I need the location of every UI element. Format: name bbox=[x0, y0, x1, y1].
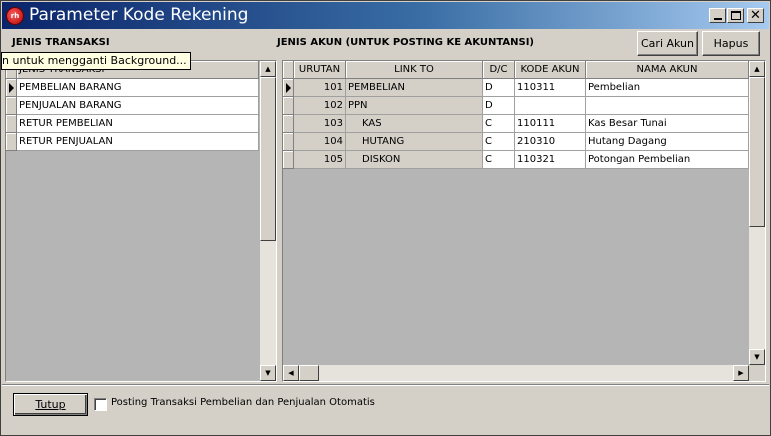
app-logo-icon: rh bbox=[6, 7, 24, 25]
transaction-type-cell[interactable]: PENJUALAN BARANG bbox=[17, 97, 259, 115]
row-indicator[interactable] bbox=[283, 79, 294, 97]
right-grid-horizontal-scrollbar[interactable]: ◀ ▶ bbox=[283, 365, 749, 381]
nama-akun-cell[interactable]: Kas Besar Tunai bbox=[586, 115, 749, 133]
right-panel-heading: JENIS AKUN (UNTUK POSTING KE AKUNTANSI) bbox=[277, 37, 534, 48]
dc-cell[interactable]: D bbox=[483, 79, 515, 97]
row-indicator[interactable] bbox=[283, 151, 294, 169]
link-to-cell[interactable]: HUTANG bbox=[346, 133, 483, 151]
row-indicator[interactable] bbox=[6, 97, 17, 115]
arrow-up-icon: ▲ bbox=[754, 65, 760, 73]
close-icon: ✕ bbox=[750, 8, 761, 23]
maximize-button[interactable] bbox=[727, 8, 744, 23]
table-row[interactable]: 103 KAS C 110111 Kas Besar Tunai bbox=[283, 115, 749, 133]
table-row[interactable]: 105 DISKON C 110321 Potongan Pembelian bbox=[283, 151, 749, 169]
dc-cell[interactable]: C bbox=[483, 115, 515, 133]
footer-divider bbox=[2, 384, 769, 386]
row-indicator[interactable] bbox=[283, 97, 294, 115]
left-panel-heading: JENIS TRANSAKSI bbox=[12, 37, 110, 48]
table-row[interactable]: PEMBELIAN BARANG bbox=[6, 79, 259, 97]
urutan-cell[interactable]: 101 bbox=[294, 79, 346, 97]
nama-akun-cell[interactable]: Pembelian bbox=[586, 79, 749, 97]
scroll-up-button[interactable]: ▲ bbox=[749, 61, 765, 77]
urutan-cell[interactable]: 105 bbox=[294, 151, 346, 169]
dc-cell[interactable]: D bbox=[483, 97, 515, 115]
maximize-icon bbox=[730, 11, 741, 20]
arrow-right-icon: ▶ bbox=[738, 369, 744, 377]
arrow-down-icon: ▼ bbox=[265, 369, 271, 377]
link-to-cell[interactable]: PEMBELIAN bbox=[346, 79, 483, 97]
column-header-kode-akun[interactable]: KODE AKUN bbox=[515, 61, 586, 79]
nama-akun-cell[interactable]: Hutang Dagang bbox=[586, 133, 749, 151]
urutan-cell[interactable]: 104 bbox=[294, 133, 346, 151]
transaction-type-cell[interactable]: PEMBELIAN BARANG bbox=[17, 79, 259, 97]
row-indicator[interactable] bbox=[283, 133, 294, 151]
dc-cell[interactable]: C bbox=[483, 133, 515, 151]
row-indicator[interactable] bbox=[283, 115, 294, 133]
row-indicator[interactable] bbox=[6, 133, 17, 151]
kode-akun-cell[interactable]: 110311 bbox=[515, 79, 586, 97]
column-header-dc[interactable]: D/C bbox=[483, 61, 515, 79]
row-indicator[interactable] bbox=[6, 115, 17, 133]
nama-akun-cell[interactable]: Potongan Pembelian bbox=[586, 151, 749, 169]
close-button[interactable]: Tutup bbox=[13, 393, 88, 416]
link-to-cell[interactable]: KAS bbox=[346, 115, 483, 133]
dc-cell[interactable]: C bbox=[483, 151, 515, 169]
scroll-right-button[interactable]: ▶ bbox=[733, 365, 749, 381]
grid-header-row: URUTAN LINK TO D/C KODE AKUN NAMA AKUN bbox=[283, 61, 749, 79]
title-bar[interactable]: rh Parameter Kode Rekening ✕ bbox=[2, 2, 769, 29]
urutan-cell[interactable]: 102 bbox=[294, 97, 346, 115]
delete-button[interactable]: Hapus bbox=[702, 31, 760, 56]
urutan-cell[interactable]: 103 bbox=[294, 115, 346, 133]
table-row[interactable]: PENJUALAN BARANG bbox=[6, 97, 259, 115]
table-row[interactable]: RETUR PEMBELIAN bbox=[6, 115, 259, 133]
nama-akun-cell[interactable] bbox=[586, 97, 749, 115]
link-to-cell[interactable]: DISKON bbox=[346, 151, 483, 169]
find-account-button[interactable]: Cari Akun bbox=[637, 31, 698, 56]
kode-akun-cell[interactable]: 210310 bbox=[515, 133, 586, 151]
kode-akun-cell[interactable] bbox=[515, 97, 586, 115]
table-row[interactable]: 101 PEMBELIAN D 110311 Pembelian bbox=[283, 79, 749, 97]
table-row[interactable]: 102 PPN D bbox=[283, 97, 749, 115]
scroll-left-button[interactable]: ◀ bbox=[283, 365, 299, 381]
right-grid-vertical-scrollbar[interactable]: ▲ ▼ bbox=[749, 61, 765, 365]
auto-posting-label: Posting Transaksi Pembelian dan Penjuala… bbox=[111, 397, 375, 408]
row-indicator[interactable] bbox=[6, 79, 17, 97]
kode-akun-cell[interactable]: 110111 bbox=[515, 115, 586, 133]
arrow-up-icon: ▲ bbox=[265, 65, 271, 73]
scroll-thumb[interactable] bbox=[749, 77, 765, 227]
link-to-cell[interactable]: PPN bbox=[346, 97, 483, 115]
auto-posting-checkbox[interactable] bbox=[94, 398, 107, 411]
transaction-type-grid[interactable]: JENIS TRANSAKSI PEMBELIAN BARANGPENJUALA… bbox=[5, 60, 277, 382]
transaction-type-cell[interactable]: RETUR PENJUALAN bbox=[17, 133, 259, 151]
account-grid[interactable]: URUTAN LINK TO D/C KODE AKUN NAMA AKUN 1… bbox=[282, 60, 766, 382]
table-row[interactable]: 104 HUTANG C 210310 Hutang Dagang bbox=[283, 133, 749, 151]
column-header-nama-akun[interactable]: NAMA AKUN bbox=[586, 61, 749, 79]
kode-akun-cell[interactable]: 110321 bbox=[515, 151, 586, 169]
minimize-button[interactable] bbox=[709, 8, 726, 23]
scroll-down-button[interactable]: ▼ bbox=[260, 365, 276, 381]
background-tooltip: n untuk mengganti Background... bbox=[1, 52, 191, 70]
transaction-type-cell[interactable]: RETUR PEMBELIAN bbox=[17, 115, 259, 133]
scroll-corner bbox=[749, 365, 765, 381]
app-window: rh Parameter Kode Rekening ✕ JENIS TRANS… bbox=[0, 0, 771, 436]
scroll-thumb[interactable] bbox=[260, 77, 276, 241]
close-window-button[interactable]: ✕ bbox=[747, 8, 764, 23]
column-header-urutan[interactable]: URUTAN bbox=[294, 61, 346, 79]
horizontal-scroll-thumb[interactable] bbox=[299, 365, 319, 381]
arrow-left-icon: ◀ bbox=[288, 369, 294, 377]
column-header-link-to[interactable]: LINK TO bbox=[346, 61, 483, 79]
scroll-down-button[interactable]: ▼ bbox=[749, 349, 765, 365]
left-grid-vertical-scrollbar[interactable]: ▲ ▼ bbox=[260, 61, 276, 381]
scroll-up-button[interactable]: ▲ bbox=[260, 61, 276, 77]
table-row[interactable]: RETUR PENJUALAN bbox=[6, 133, 259, 151]
minimize-icon bbox=[713, 18, 722, 20]
row-indicator-header bbox=[283, 61, 294, 79]
window-title: Parameter Kode Rekening bbox=[29, 5, 249, 25]
arrow-down-icon: ▼ bbox=[754, 353, 760, 361]
